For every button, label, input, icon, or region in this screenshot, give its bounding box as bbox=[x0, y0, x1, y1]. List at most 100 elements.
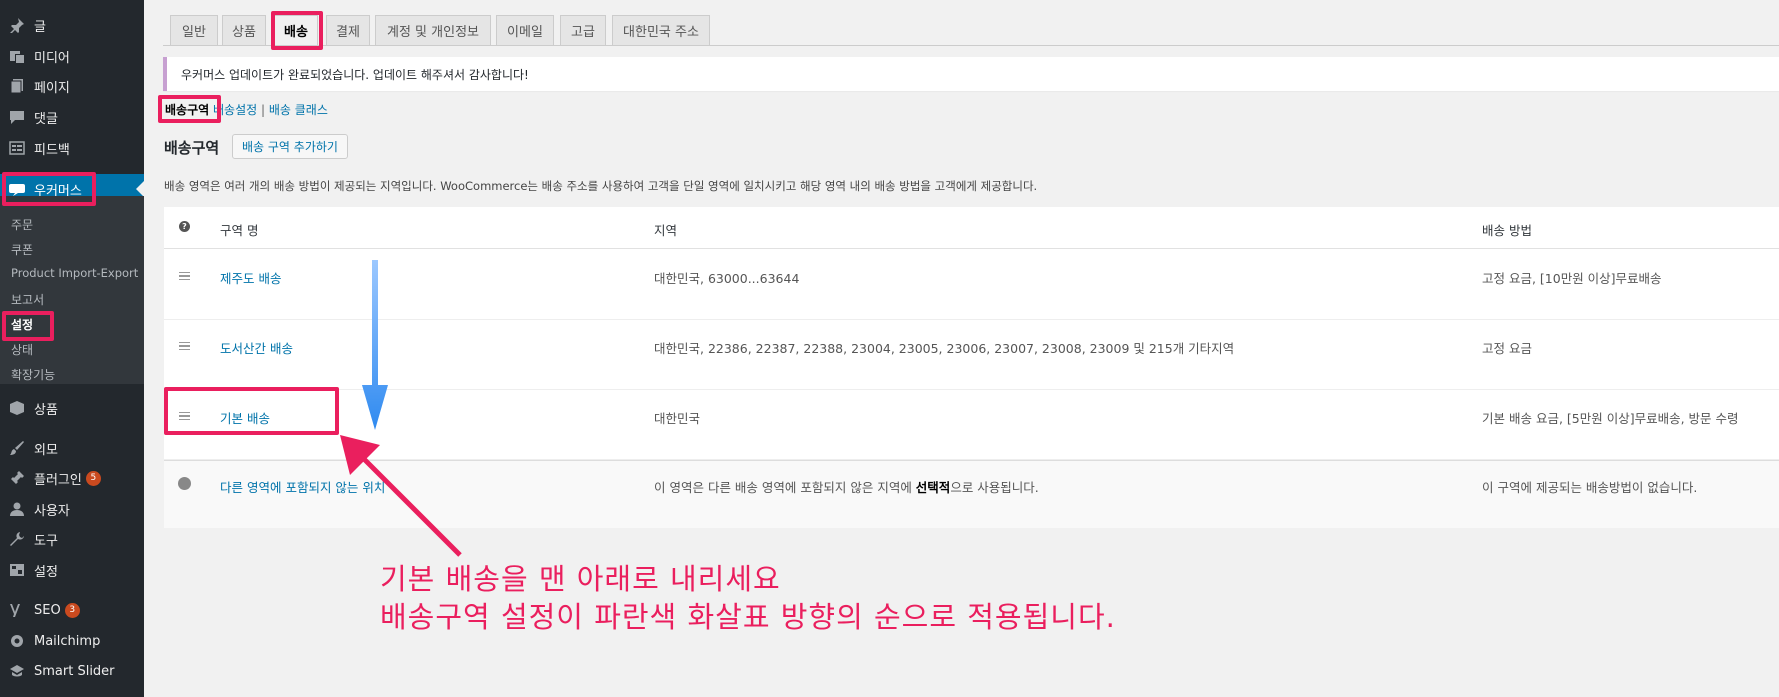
tab-products[interactable]: 상품 bbox=[222, 15, 266, 45]
highlight-shipping-tab bbox=[271, 11, 323, 50]
zone-region: 대한민국, 63000...63644 bbox=[654, 271, 800, 286]
submenu-status[interactable]: 상태 bbox=[11, 341, 33, 358]
zone-region: 이 영역은 다른 배송 영역에 포함되지 않은 지역에 선택적으로 사용됩니다. bbox=[654, 477, 1039, 496]
submenu-orders[interactable]: 주문 bbox=[11, 216, 33, 233]
zone-methods: 고정 요금, [10만원 이상]무료배송 bbox=[1482, 271, 1662, 286]
tab-korea-address[interactable]: 대한민국 주소 bbox=[612, 15, 710, 45]
table-row[interactable]: 제주도 배송 대한민국, 63000...63644 고정 요금, [10만원 … bbox=[164, 250, 1779, 320]
sidebar-item-plugins[interactable]: 플러그인 5 bbox=[0, 463, 144, 493]
blue-down-arrow-icon bbox=[362, 260, 388, 430]
region-text: 이 영역은 다른 배송 영역에 포함되지 않은 지역에 bbox=[654, 480, 916, 495]
header-methods: 배송 방법 bbox=[1482, 223, 1532, 238]
sidebar-item-label: Mailchimp bbox=[34, 633, 101, 649]
zone-name-link[interactable]: 도서산간 배송 bbox=[220, 338, 293, 357]
sidebar-item-feedback[interactable]: 피드백 bbox=[0, 133, 144, 163]
region-text-end: 으로 사용됩니다. bbox=[950, 480, 1039, 495]
annotation-line-1: 기본 배송을 맨 아래로 내리세요 bbox=[380, 562, 781, 596]
zone-methods: 고정 요금 bbox=[1482, 341, 1532, 356]
pink-pointer-arrow-icon bbox=[340, 435, 462, 557]
notice-text: 우커머스 업데이트가 완료되었습니다. 업데이트 해주셔서 감사합니다! bbox=[181, 67, 529, 82]
update-notice: 우커머스 업데이트가 완료되었습니다. 업데이트 해주셔서 감사합니다! bbox=[163, 57, 1779, 91]
sidebar-item-label: 댓글 bbox=[34, 111, 58, 127]
subnav-separator: | bbox=[261, 103, 266, 117]
plugin-icon bbox=[8, 469, 26, 487]
sidebar-item-tools[interactable]: 도구 bbox=[0, 524, 144, 554]
sidebar-item-label: 상품 bbox=[34, 402, 58, 418]
feedback-icon bbox=[8, 139, 26, 157]
wrench-icon bbox=[8, 530, 26, 548]
zone-methods: 이 구역에 제공되는 배송방법이 없습니다. bbox=[1482, 480, 1698, 495]
drag-handle-icon[interactable] bbox=[179, 272, 190, 280]
zones-description: 배송 영역은 여러 개의 배송 방법이 제공되는 지역입니다. WooComme… bbox=[164, 179, 1038, 193]
sidebar-item-comments[interactable]: 댓글 bbox=[0, 102, 144, 132]
media-icon bbox=[8, 47, 26, 65]
brush-icon bbox=[8, 439, 26, 457]
highlight-default-shipping bbox=[164, 387, 339, 435]
tab-underline bbox=[163, 45, 1779, 46]
table-row[interactable]: 도서산간 배송 대한민국, 22386, 22387, 22388, 23004… bbox=[164, 320, 1779, 390]
sidebar-item-label: Smart Slider bbox=[34, 663, 115, 679]
highlight-woocommerce bbox=[2, 172, 96, 206]
sidebar-item-seo[interactable]: SEO 3 bbox=[0, 595, 144, 625]
globe-icon bbox=[178, 477, 191, 490]
sidebar-item-smart-slider[interactable]: Smart Slider bbox=[0, 656, 144, 686]
sidebar-item-appearance[interactable]: 외모 bbox=[0, 433, 144, 463]
sidebar-item-users[interactable]: 사용자 bbox=[0, 494, 144, 524]
submenu-product-import-export[interactable]: Product Import-Export bbox=[11, 266, 138, 280]
sidebar-item-label: 사용자 bbox=[34, 503, 70, 519]
submenu-reports[interactable]: 보고서 bbox=[11, 291, 44, 308]
yoast-icon bbox=[8, 601, 26, 619]
tab-general[interactable]: 일반 bbox=[170, 15, 218, 45]
sidebar-item-label: 페이지 bbox=[34, 80, 70, 96]
plugins-update-badge: 5 bbox=[85, 470, 101, 486]
sidebar-item-posts[interactable]: 글 bbox=[0, 10, 144, 40]
sidebar-item-products[interactable]: 상품 bbox=[0, 393, 144, 423]
add-shipping-zone-button[interactable]: 배송 구역 추가하기 bbox=[232, 134, 348, 159]
sidebar-item-label: 미디어 bbox=[34, 50, 70, 66]
tab-payments[interactable]: 결제 bbox=[326, 15, 370, 45]
sidebar-item-label: 도구 bbox=[34, 533, 58, 549]
mailchimp-icon bbox=[8, 632, 26, 650]
current-menu-arrow bbox=[136, 181, 144, 197]
pin-icon bbox=[8, 16, 26, 34]
submenu-extensions[interactable]: 확장기능 bbox=[11, 366, 55, 383]
slider-icon bbox=[8, 662, 26, 680]
sidebar-item-label: 플러그인 bbox=[34, 472, 82, 488]
sidebar-item-label: SEO bbox=[34, 602, 61, 618]
page-icon bbox=[8, 77, 26, 95]
sidebar-item-label: 피드백 bbox=[34, 142, 70, 158]
zone-region: 대한민국 bbox=[654, 411, 701, 426]
sidebar-item-label: 글 bbox=[34, 19, 46, 35]
settings-icon bbox=[8, 561, 26, 579]
tab-emails[interactable]: 이메일 bbox=[496, 15, 554, 45]
region-bold: 선택적 bbox=[915, 480, 951, 495]
seo-notification-badge: 3 bbox=[64, 602, 80, 618]
help-icon[interactable]: ? bbox=[179, 221, 190, 232]
drag-handle-icon[interactable] bbox=[179, 342, 190, 350]
tab-accounts-privacy[interactable]: 계정 및 개인정보 bbox=[375, 15, 491, 45]
sidebar-item-mailchimp[interactable]: Mailchimp bbox=[0, 626, 144, 656]
header-zone-name: 구역 명 bbox=[220, 223, 259, 238]
header-region: 지역 bbox=[654, 223, 678, 238]
user-icon bbox=[8, 500, 26, 518]
comment-icon bbox=[8, 108, 26, 126]
sidebar-item-settings[interactable]: 설정 bbox=[0, 555, 144, 585]
highlight-shipping-zones bbox=[158, 95, 221, 123]
zone-methods: 기본 배송 요금, [5만원 이상]무료배송, 방문 수령 bbox=[1482, 411, 1739, 426]
tab-advanced[interactable]: 고급 bbox=[560, 15, 606, 45]
annotation-line-2: 배송구역 설정이 파란색 화살표 방향의 순으로 적용됩니다. bbox=[380, 600, 1116, 634]
page-title: 배송구역 bbox=[164, 139, 220, 157]
zone-name-link[interactable]: 제주도 배송 bbox=[220, 268, 281, 287]
sidebar-item-media[interactable]: 미디어 bbox=[0, 41, 144, 71]
subnav-classes[interactable]: 배송 클래스 bbox=[269, 103, 328, 117]
sidebar-item-label: 외모 bbox=[34, 442, 58, 458]
sidebar-item-label: 설정 bbox=[34, 564, 58, 580]
table-header: ? 구역 명 지역 배송 방법 bbox=[164, 207, 1779, 249]
sidebar-item-pages[interactable]: 페이지 bbox=[0, 71, 144, 101]
annotation-text: 기본 배송을 맨 아래로 내리세요 배송구역 설정이 파란색 화살표 방향의 순… bbox=[380, 560, 1116, 636]
product-icon bbox=[8, 399, 26, 417]
highlight-settings bbox=[2, 311, 54, 341]
woocommerce-submenu: 주문 쿠폰 Product Import-Export 보고서 설정 상태 확장… bbox=[0, 196, 144, 384]
admin-sidebar: 글 미디어 페이지 댓글 피드백 우커머스 주문 쿠폰 Product Impo… bbox=[0, 0, 144, 697]
submenu-coupons[interactable]: 쿠폰 bbox=[11, 241, 33, 258]
